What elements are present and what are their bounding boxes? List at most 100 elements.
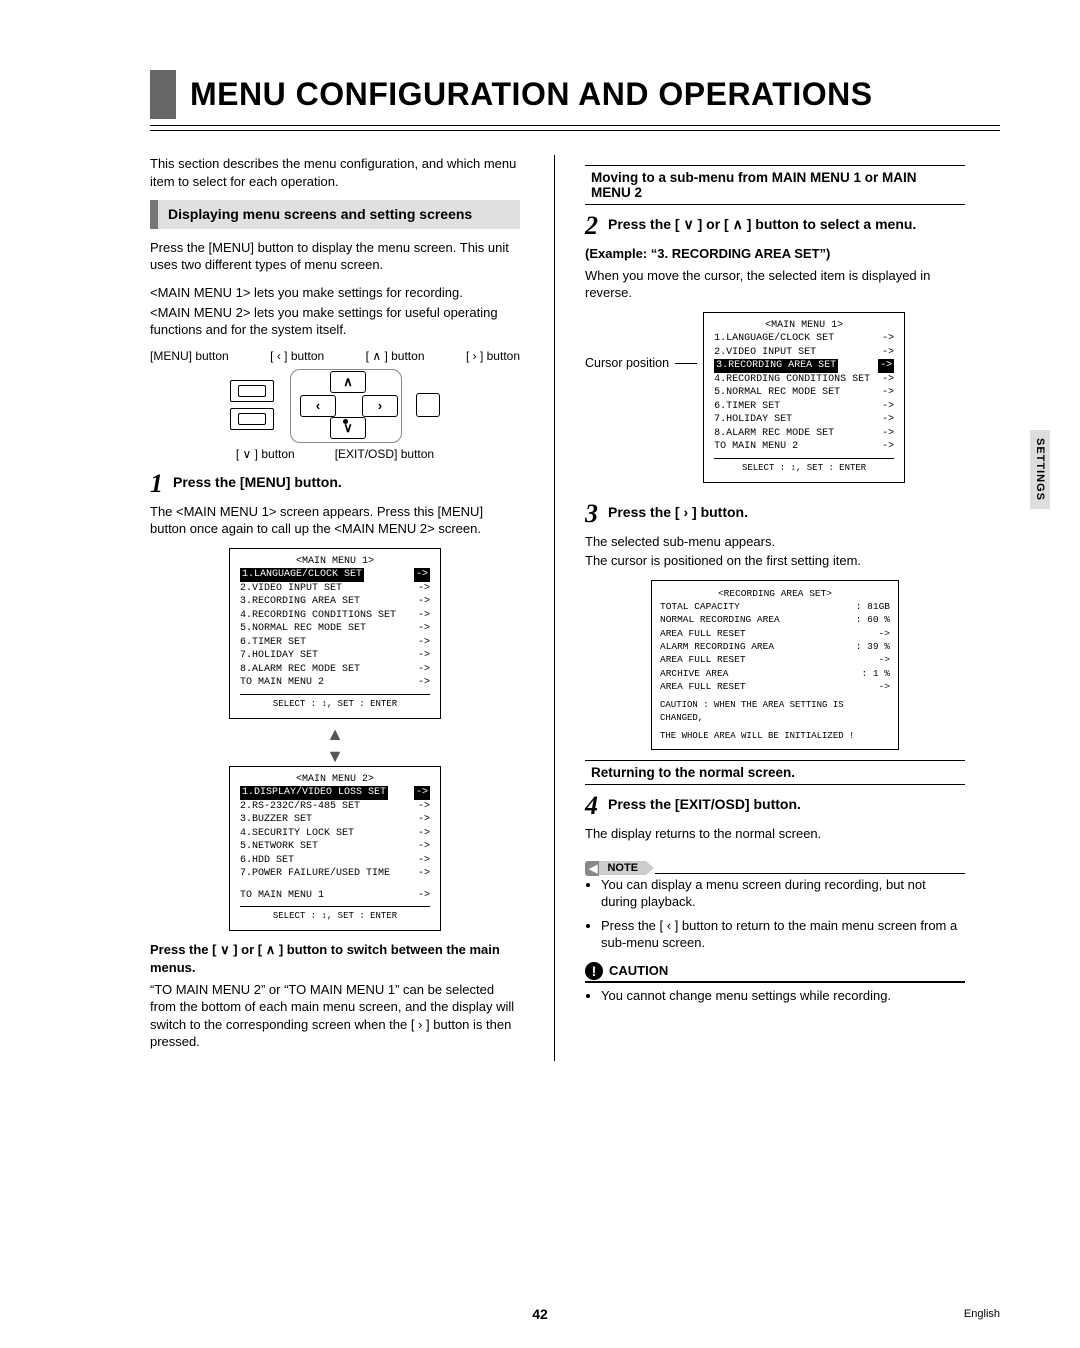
caution-icon: ! [585, 962, 603, 980]
label-right-button: [ › ] button [466, 349, 520, 363]
osd-title: <MAIN MENU 2> [240, 773, 430, 787]
hardware-diagram: [MENU] button [ ‹ ] button [ ∧ ] button … [150, 349, 520, 461]
osd-row: 7.POWER FAILURE/USED TIME-> [240, 867, 430, 881]
note-item: Press the [ ‹ ] button to return to the … [601, 917, 965, 952]
osd-row: AREA FULL RESET-> [660, 653, 890, 666]
example-body: When you move the cursor, the selected i… [585, 267, 965, 302]
step-2-text: Press the [ ∨ ] or [ ∧ ] button to selec… [608, 213, 916, 233]
example-label: (Example: “3. RECORDING AREA SET”) [585, 245, 965, 263]
osd-main-menu-2: <MAIN MENU 2>1.DISPLAY/VIDEO LOSS SET->2… [229, 766, 441, 932]
caution-item: You cannot change menu settings while re… [601, 987, 965, 1005]
osd-row: ALARM RECORDING AREA: 39 % [660, 640, 890, 653]
osd-row: 3.BUZZER SET-> [240, 813, 430, 827]
osd-main-menu-1: <MAIN MENU 1>1.LANGUAGE/CLOCK SET->2.VID… [229, 548, 441, 719]
osd-row: NORMAL RECORDING AREA: 60 % [660, 613, 890, 626]
title-accent-bar [150, 70, 176, 119]
box-returning: Returning to the normal screen. [585, 760, 965, 785]
osd-row: TO MAIN MENU 1-> [240, 889, 430, 903]
osd-row: 8.ALARM REC MODE SET-> [714, 427, 894, 441]
hw-button-2 [230, 408, 274, 430]
notes-list: You can display a menu screen during rec… [585, 876, 965, 952]
up-arrow-btn: ∧ [330, 371, 366, 393]
osd-row: 1.LANGUAGE/CLOCK SET-> [714, 332, 894, 346]
left-arrow-btn: ‹ [300, 395, 336, 417]
p-mm2: <MAIN MENU 2> lets you make settings for… [150, 304, 520, 339]
osd-row: 2.VIDEO INPUT SET-> [714, 346, 894, 360]
caution-list: You cannot change menu settings while re… [585, 987, 965, 1005]
label-left-button: [ ‹ ] button [270, 349, 324, 363]
subhead-text: Displaying menu screens and setting scre… [168, 200, 478, 229]
osd-row: TO MAIN MENU 2-> [714, 440, 894, 454]
cursor-position-label: Cursor position [585, 312, 669, 370]
osd-row: 4.SECURITY LOCK SET-> [240, 827, 430, 841]
step-1-num: 1 [150, 471, 163, 497]
note-pill: ◀ NOTE [585, 861, 654, 876]
p-mm1: <MAIN MENU 1> lets you make settings for… [150, 284, 520, 302]
label-exit-button: [EXIT/OSD] button [335, 447, 434, 461]
page-title: MENU CONFIGURATION AND OPERATIONS [190, 70, 873, 119]
osd-row: 1.DISPLAY/VIDEO LOSS SET-> [240, 786, 430, 800]
p-switch-body: “TO MAIN MENU 2” or “TO MAIN MENU 1” can… [150, 981, 520, 1051]
osd-row: 5.NORMAL REC MODE SET-> [714, 386, 894, 400]
swap-arrows: ▲ ▼ [150, 729, 520, 762]
box-moving-sub: Moving to a sub-menu from MAIN MENU 1 or… [585, 165, 965, 205]
osd-row: ARCHIVE AREA: 1 % [660, 667, 890, 680]
osd-row: 6.TIMER SET-> [714, 400, 894, 414]
step-4: 4 Press the [EXIT/OSD] button. [585, 793, 965, 819]
step-2: 2 Press the [ ∨ ] or [ ∧ ] button to sel… [585, 213, 965, 239]
title-rule [150, 125, 1000, 131]
osd-row: 1.LANGUAGE/CLOCK SET-> [240, 568, 430, 582]
subhead-displaying: Displaying menu screens and setting scre… [150, 200, 520, 229]
step-3-text: Press the [ › ] button. [608, 501, 748, 521]
osd-row: 8.ALARM REC MODE SET-> [240, 663, 430, 677]
note-pill-label: NOTE [599, 861, 646, 875]
step-4-text: Press the [EXIT/OSD] button. [608, 793, 801, 813]
osd-row: 4.RECORDING CONDITIONS SET-> [240, 609, 430, 623]
osd-footer: SELECT : ↕, SET : ENTER [240, 694, 430, 710]
subhead-bar [150, 200, 158, 229]
osd-main-menu-1-cursor: <MAIN MENU 1>1.LANGUAGE/CLOCK SET->2.VID… [703, 312, 905, 483]
caution-label: CAUTION [609, 963, 668, 978]
osd-row: 6.HDD SET-> [240, 854, 430, 868]
note-pill-right [646, 861, 654, 875]
osd-row: 3.RECORDING AREA SET-> [714, 359, 894, 373]
p-step3-a: The selected sub-menu appears. [585, 533, 965, 551]
exit-osd-btn [416, 393, 440, 417]
note-item: You can display a menu screen during rec… [601, 876, 965, 911]
osd-title: <MAIN MENU 1> [714, 319, 894, 333]
osd-row: 7.HOLIDAY SET-> [714, 413, 894, 427]
hw-button-1 [230, 380, 274, 402]
right-column: Moving to a sub-menu from MAIN MENU 1 or… [554, 155, 965, 1061]
step-1-text: Press the [MENU] button. [173, 471, 342, 491]
osd-title: <MAIN MENU 1> [240, 555, 430, 569]
step-1: 1 Press the [MENU] button. [150, 471, 520, 497]
left-column: This section describes the menu configur… [150, 155, 520, 1061]
osd-row: AREA FULL RESET-> [660, 680, 890, 693]
p-switch-bold: Press the [ ∨ ] or [ ∧ ] button to switc… [150, 941, 520, 976]
osd-row: 6.TIMER SET-> [240, 636, 430, 650]
intro-text: This section describes the menu configur… [150, 155, 520, 190]
label-menu-button: [MENU] button [150, 349, 229, 363]
page-number: 42 [0, 1306, 1080, 1322]
step-2-num: 2 [585, 213, 598, 239]
p-press-menu: Press the [MENU] button to display the m… [150, 239, 520, 274]
osd-row: 4.RECORDING CONDITIONS SET-> [714, 373, 894, 387]
osd-footer: SELECT : ↕, SET : ENTER [714, 458, 894, 474]
page-language: English [964, 1308, 1000, 1320]
osd-row: 5.NETWORK SET-> [240, 840, 430, 854]
page-title-block: MENU CONFIGURATION AND OPERATIONS [150, 70, 1000, 119]
step-3: 3 Press the [ › ] button. [585, 501, 965, 527]
p-step3-b: The cursor is positioned on the first se… [585, 552, 965, 570]
cross-pad: ∧ ∨ ‹ › [280, 369, 410, 441]
osd-caution-line: CAUTION : WHEN THE AREA SETTING IS CHANG… [660, 699, 890, 724]
osd-row: TO MAIN MENU 2-> [240, 676, 430, 690]
p-step1-body: The <MAIN MENU 1> screen appears. Press … [150, 503, 520, 538]
osd-recording-area-set: <RECORDING AREA SET>TOTAL CAPACITY: 81GB… [651, 580, 899, 750]
osd-footer: SELECT : ↕, SET : ENTER [240, 906, 430, 922]
osd-row: AREA FULL RESET-> [660, 627, 890, 640]
caution-header: ! CAUTION [585, 962, 965, 983]
osd-row: 7.HOLIDAY SET-> [240, 649, 430, 663]
osd-row: 5.NORMAL REC MODE SET-> [240, 622, 430, 636]
osd-caution-line: THE WHOLE AREA WILL BE INITIALIZED ! [660, 730, 890, 743]
osd-row: 2.RS-232C/RS-485 SET-> [240, 800, 430, 814]
